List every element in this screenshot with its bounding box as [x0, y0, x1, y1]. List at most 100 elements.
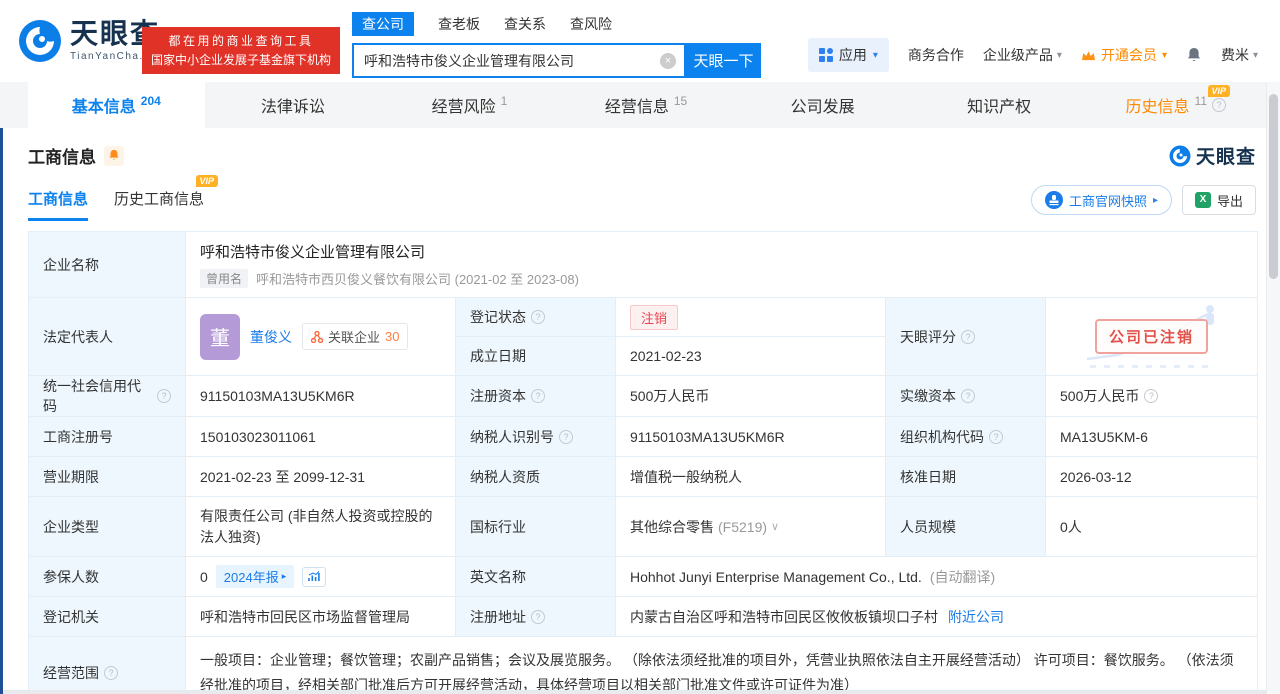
- former-name-badge: 曾用名: [200, 269, 249, 288]
- nav-vip[interactable]: 开通会员 ▾: [1081, 45, 1167, 65]
- chevron-down-icon[interactable]: ∨: [771, 520, 779, 533]
- nav-cooperation[interactable]: 商务合作: [908, 45, 964, 65]
- search-input[interactable]: [354, 45, 684, 76]
- search-tab-boss[interactable]: 查老板: [438, 14, 480, 34]
- credit-code-label: 统一社会信用代码 ?: [29, 376, 186, 416]
- subtab-business-info[interactable]: 工商信息: [28, 188, 89, 221]
- trend-chart-icon[interactable]: [302, 566, 327, 587]
- search-tab-company[interactable]: 查公司: [352, 12, 414, 36]
- deregistered-stamp: 公司已注销: [1094, 319, 1208, 354]
- tab-count: 204: [140, 94, 161, 108]
- company-name-value: 呼和浩特市俊义企业管理有限公司: [200, 244, 426, 261]
- main-content: 工商信息 天眼查 工商信息 VIP 历史工商信息 工商官网快照 ▸ X 导出 企…: [0, 128, 1280, 694]
- tab-company-development[interactable]: 公司发展: [734, 82, 911, 128]
- legal-rep-avatar[interactable]: 董: [200, 313, 240, 360]
- nav-enterprise-label: 企业级产品: [982, 47, 1053, 63]
- help-icon[interactable]: ?: [1212, 98, 1226, 112]
- tab-history-info[interactable]: VIP 历史信息 11 ?: [1087, 82, 1264, 128]
- legal-rep-cell: 董 董俊义 关联企业 30: [186, 298, 456, 375]
- promo-banner: 都在用的商业查询工具 国家中小企业发展子基金旗下机构: [142, 27, 341, 75]
- subscribe-bell-icon[interactable]: [104, 145, 124, 166]
- search-button[interactable]: 天眼一下: [686, 43, 761, 78]
- tab-operation-info[interactable]: 经营信息 15: [558, 82, 735, 128]
- industry-code: (F5219): [718, 518, 768, 535]
- company-tab-bar: 基本信息 204 法律诉讼 经营风险 1 经营信息 15 公司发展 知识产权 V…: [0, 82, 1280, 128]
- tab-count: 11: [1194, 94, 1207, 108]
- english-name-cell: Hohhot Junyi Enterprise Management Co., …: [616, 557, 1257, 596]
- english-name-label: 英文名称: [456, 557, 616, 596]
- score-label: 天眼评分 ?: [886, 298, 1046, 375]
- nav-user-label: 费米: [1220, 47, 1249, 63]
- chevron-down-icon: ▾: [1056, 49, 1062, 61]
- clear-search-icon[interactable]: ×: [660, 53, 676, 69]
- chevron-down-icon: ▾: [872, 49, 878, 61]
- vip-badge: VIP: [1207, 85, 1231, 97]
- establish-date-label: 成立日期: [456, 337, 616, 375]
- reg-status-label: 登记状态 ?: [456, 298, 616, 336]
- establish-date-cell: 2021-02-23: [616, 337, 886, 375]
- help-icon[interactable]: ?: [104, 666, 118, 681]
- annual-report-badge[interactable]: 2024年报 ▸: [215, 565, 295, 588]
- help-icon[interactable]: ?: [531, 310, 545, 324]
- excel-icon: X: [1194, 192, 1211, 208]
- reg-status-cell: 注销: [616, 298, 886, 336]
- notification-bell-icon[interactable]: [1186, 47, 1202, 64]
- search-tabs: 查公司 查老板 查关系 查风险: [352, 12, 761, 36]
- help-icon[interactable]: ?: [531, 609, 545, 624]
- help-icon[interactable]: ?: [531, 389, 545, 403]
- chevron-right-icon: ▸: [1152, 194, 1158, 206]
- status-badge: 注销: [630, 304, 679, 330]
- reg-no-cell: 150103023011061: [186, 417, 456, 456]
- nearby-companies-link[interactable]: 附近公司: [948, 607, 1004, 627]
- app-grid-icon: [818, 48, 833, 62]
- page-scrollbar[interactable]: [1266, 82, 1280, 694]
- help-icon[interactable]: ?: [157, 389, 171, 403]
- tab-label: 经营信息: [604, 99, 669, 116]
- business-scope-label: 经营范围 ?: [29, 637, 186, 694]
- tab-count: 15: [673, 94, 688, 108]
- stamp-icon: [1044, 191, 1063, 209]
- industry-cell: 其他综合零售 (F5219) ∨: [616, 497, 886, 556]
- subtab-history-business-info[interactable]: VIP 历史工商信息: [114, 175, 219, 221]
- nav-user[interactable]: 费米 ▾: [1221, 45, 1258, 65]
- nav-apps-label: 应用: [838, 47, 867, 63]
- export-button[interactable]: X 导出: [1181, 185, 1256, 215]
- legal-rep-name-link[interactable]: 董俊义: [250, 327, 292, 347]
- taxpayer-quality-cell: 增值税一般纳税人: [616, 457, 886, 496]
- crown-icon: [1081, 50, 1095, 60]
- search-tab-relation[interactable]: 查关系: [504, 14, 546, 34]
- taxpayer-id-label: 纳税人识别号 ?: [456, 417, 616, 456]
- reg-authority-cell: 呼和浩特市回民区市场监督管理局: [186, 597, 456, 636]
- approval-date-label: 核准日期: [886, 457, 1046, 496]
- search-tab-risk[interactable]: 查风险: [570, 14, 612, 34]
- help-icon[interactable]: ?: [961, 329, 975, 344]
- tab-legal[interactable]: 法律诉讼: [205, 82, 382, 128]
- nav-apps[interactable]: 应用 ▾: [807, 38, 889, 72]
- tab-operation-risk[interactable]: 经营风险 1: [381, 82, 558, 128]
- scrollbar-thumb[interactable]: [1269, 94, 1278, 279]
- help-icon[interactable]: ?: [1144, 389, 1159, 403]
- search-area: 查公司 查老板 查关系 查风险 × 天眼一下: [352, 12, 761, 78]
- score-cell: 公司已注销: [1046, 298, 1257, 375]
- tab-basic-info[interactable]: 基本信息 204: [28, 82, 205, 128]
- org-chart-icon: [311, 330, 323, 343]
- official-snapshot-button[interactable]: 工商官网快照 ▸: [1030, 185, 1172, 215]
- chevron-right-icon: ▸: [281, 571, 287, 581]
- tab-intellectual-property[interactable]: 知识产权: [911, 82, 1088, 128]
- tab-label: 经营风险: [431, 99, 496, 116]
- org-code-label: 组织机构代码 ?: [886, 417, 1046, 456]
- tab-label: 法律诉讼: [260, 99, 325, 116]
- promo-line2: 国家中小企业发展子基金旗下机构: [151, 52, 332, 67]
- auto-translate-note: (自动翻译): [929, 568, 996, 585]
- section-title: 工商信息: [28, 148, 96, 167]
- related-companies-button[interactable]: 关联企业 30: [302, 323, 409, 350]
- nav-enterprise[interactable]: 企业级产品 ▾: [983, 45, 1062, 65]
- business-scope-cell: 一般项目：企业管理；餐饮管理；农副产品销售；会议及展览服务。 （除依法须经批准的…: [186, 637, 1257, 694]
- org-code-cell: MA13U5KM-6: [1046, 417, 1257, 456]
- help-icon[interactable]: ?: [961, 389, 975, 403]
- insured-value: 0: [200, 568, 208, 585]
- help-icon[interactable]: ?: [989, 429, 1003, 444]
- reg-address-cell: 内蒙古自治区呼和浩特市回民区攸攸板镇坝口子村 附近公司: [616, 597, 1257, 636]
- help-icon[interactable]: ?: [559, 429, 573, 444]
- reg-capital-cell: 500万人民币: [616, 376, 886, 416]
